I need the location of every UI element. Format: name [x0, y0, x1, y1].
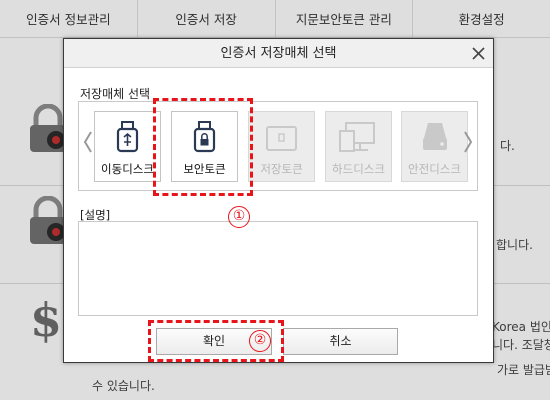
storage-media-dialog: 인증서 저장매체 선택 저장매체 선택 이동디스크 보안토큰 저장토큰 하드디스… — [63, 38, 494, 363]
usb-drive-icon — [116, 121, 139, 153]
media-item-safe-disk: 안전디스크 — [401, 111, 468, 182]
media-selector: 이동디스크 보안토큰 저장토큰 하드디스크 안전디스크 — [78, 101, 478, 191]
media-item-storage-token: 저장토큰 — [248, 111, 315, 182]
step-badge: ② — [249, 330, 271, 352]
dialog-titlebar[interactable]: 인증서 저장매체 선택 — [64, 39, 493, 68]
media-item-label: 이동디스크 — [101, 162, 154, 176]
dialog-title: 인증서 저장매체 선택 — [220, 46, 337, 61]
step-badge: ① — [228, 206, 250, 228]
media-item-hard-disk: 하드디스크 — [325, 111, 392, 182]
media-item-removable-disk[interactable]: 이동디스크 — [94, 111, 161, 182]
media-item-label: 저장토큰 — [260, 162, 303, 176]
media-item-label: 하드디스크 — [332, 162, 385, 176]
description-box — [78, 221, 478, 316]
media-group-label: 저장매체 선택 — [80, 87, 151, 101]
chevron-right-icon[interactable] — [462, 127, 474, 157]
cancel-button[interactable]: 취소 — [283, 328, 398, 355]
storage-token-icon — [266, 126, 297, 151]
media-item-label: 안전디스크 — [408, 162, 461, 176]
monitor-icon — [339, 122, 375, 152]
close-icon[interactable] — [470, 45, 487, 62]
safe-disk-icon — [423, 123, 447, 150]
highlight-box-security-token — [153, 98, 253, 196]
chevron-left-icon[interactable] — [82, 127, 94, 157]
